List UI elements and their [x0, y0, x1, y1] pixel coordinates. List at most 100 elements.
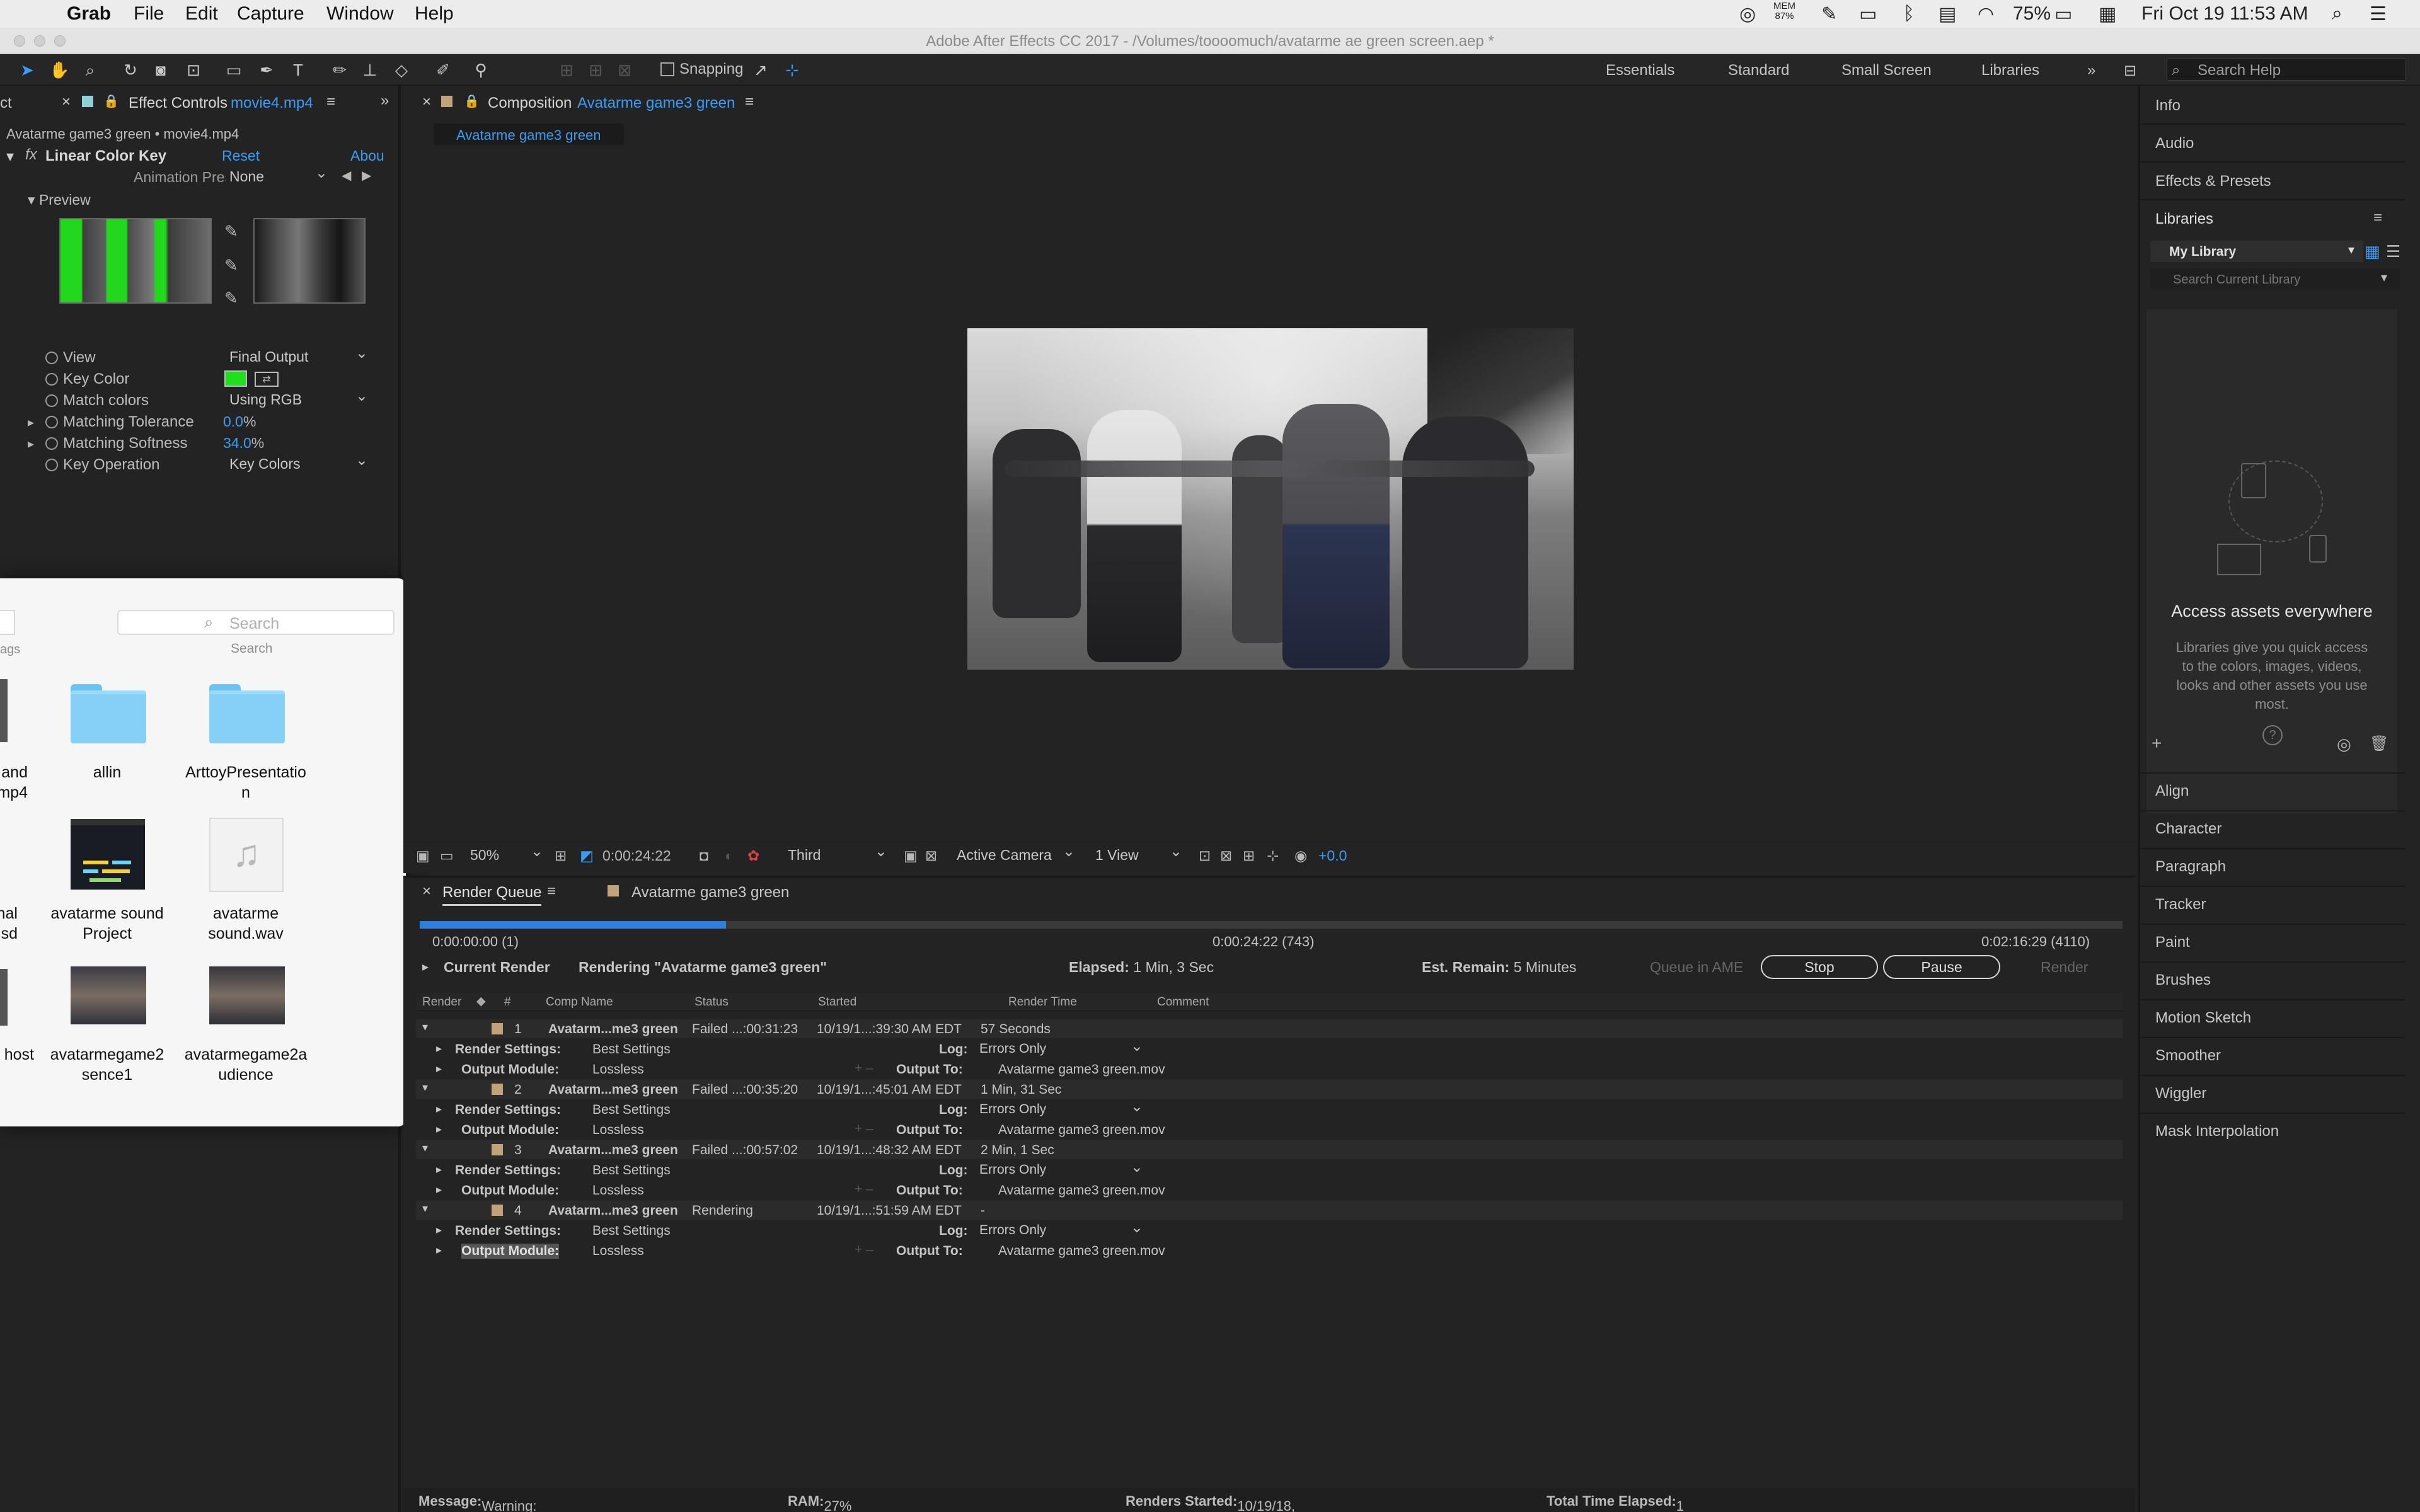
panel-header-item[interactable]: Brushes	[2155, 971, 2211, 989]
memory-indicator[interactable]: MEM 87%	[1773, 1, 1795, 21]
add-output-module-icon[interactable]: + –	[855, 1242, 873, 1257]
selection-tool-icon[interactable]: ➤	[18, 60, 37, 79]
notification-center-icon[interactable]: ☰	[2370, 3, 2387, 25]
col-render[interactable]: Render	[422, 995, 461, 1009]
workspace-small-screen[interactable]: Small Screen	[1841, 62, 1932, 79]
render-settings-value[interactable]: Best Settings	[592, 1102, 671, 1118]
zoom-tool-icon[interactable]: ⌕	[81, 60, 100, 79]
libraries-panel-header[interactable]: Libraries	[2155, 210, 2213, 228]
panel-menu-icon[interactable]: ≡	[2373, 209, 2382, 227]
col-started[interactable]: Started	[818, 995, 856, 1009]
output-module-value[interactable]: Lossless	[592, 1183, 644, 1198]
panel-header-item[interactable]: Motion Sketch	[2155, 1009, 2251, 1027]
finder-item-avatarme-sound-project[interactable]: avatarme sound Project	[38, 903, 176, 944]
finder-item-arttoy[interactable]: ArttoyPresentatio n	[176, 762, 315, 803]
workspace-overflow-icon[interactable]: »	[2087, 62, 2095, 79]
menu-window[interactable]: Window	[326, 3, 394, 25]
composition-tab-label[interactable]: Composition	[488, 94, 572, 112]
eyedropper-subtract-icon[interactable]: ✎	[224, 289, 238, 308]
view-layout-dropdown[interactable]: 1 View	[1092, 842, 1186, 865]
render-button[interactable]: Render	[2041, 959, 2088, 976]
sync-settings-icon[interactable]: ⊟	[2124, 62, 2136, 80]
search-help-input[interactable]: Search Help	[2167, 58, 2406, 81]
label-color-swatch[interactable]	[492, 1023, 503, 1034]
camera-dropdown[interactable]: Active Camera	[953, 842, 1079, 865]
matching-tolerance-field[interactable]: 0.0%	[223, 413, 256, 430]
pen-tool-icon[interactable]: ✒	[257, 60, 276, 79]
label-color-swatch[interactable]	[492, 1144, 503, 1155]
render-settings-disclosure-icon[interactable]: ▸	[436, 1102, 442, 1116]
folder-icon[interactable]	[71, 684, 146, 743]
composition-sub-tab[interactable]: Avatarme game3 green	[456, 127, 601, 143]
panel-menu-icon[interactable]: ≡	[547, 883, 556, 900]
finder-toolbar-button[interactable]	[0, 610, 15, 635]
audio-panel-header[interactable]: Audio	[2155, 135, 2194, 152]
snapping-toggle[interactable]: Snapping	[660, 60, 743, 78]
queue-in-ame-button[interactable]: Queue in AME	[1650, 959, 1743, 976]
output-to-value[interactable]: Avatarme game3 green.mov	[998, 1123, 1165, 1138]
finder-item-allin[interactable]: allin	[38, 762, 176, 782]
wifi-icon[interactable]: ◠	[1978, 3, 1994, 25]
expand-panel-icon[interactable]: »	[381, 92, 389, 110]
composition-flowchart-tab[interactable]: Avatarme game3 green	[434, 123, 624, 145]
render-icon[interactable]: ⊠	[1220, 847, 1232, 864]
fast-previews-icon[interactable]: ▣	[904, 847, 918, 864]
finder-item-label[interactable]: and mp4	[0, 762, 28, 803]
render-settings-disclosure-icon[interactable]: ▸	[436, 1163, 442, 1176]
magnification-dropdown[interactable]: 50%	[466, 842, 547, 865]
log-dropdown[interactable]: Errors Only	[976, 1158, 1147, 1178]
preset-next-icon[interactable]: ▶	[362, 168, 371, 183]
finder-item-label[interactable]: nal sd	[0, 903, 18, 944]
snap-edges-icon[interactable]: ↗	[751, 60, 770, 79]
queue-item-comp-name[interactable]: Avatarm...me3 green	[548, 1143, 678, 1158]
output-to-value[interactable]: Avatarme game3 green.mov	[998, 1183, 1165, 1198]
close-tab-icon[interactable]: ×	[422, 93, 431, 111]
region-of-interest-icon[interactable]: ◩	[580, 847, 594, 864]
workspace-essentials[interactable]: Essentials	[1606, 62, 1674, 79]
puppet-tool-icon[interactable]: ⚲	[471, 60, 490, 79]
col-comment[interactable]: Comment	[1157, 995, 1209, 1009]
snapshot-icon[interactable]: ◘	[700, 847, 708, 864]
matching-softness-value[interactable]: 34.0	[223, 435, 251, 451]
stop-button[interactable]: Stop	[1761, 955, 1878, 979]
transparency-grid-icon[interactable]: ⊠	[925, 847, 937, 864]
key-operation-stopwatch-icon[interactable]	[45, 459, 58, 471]
tolerance-stopwatch-icon[interactable]	[45, 416, 58, 428]
effect-reset-link[interactable]: Reset	[222, 147, 260, 164]
softness-stopwatch-icon[interactable]	[45, 437, 58, 450]
video-thumbnail[interactable]	[71, 966, 146, 1024]
finder-file-thumbnail[interactable]	[0, 969, 8, 1026]
output-module-disclosure-icon[interactable]: ▸	[436, 1123, 442, 1136]
effect-controls-tab-file[interactable]: movie4.mp4	[231, 94, 313, 112]
label-color-swatch[interactable]	[492, 1205, 503, 1216]
panel-header-item[interactable]: Paint	[2155, 934, 2190, 951]
matching-softness-field[interactable]: 34.0%	[223, 435, 264, 452]
queue-item-comp-name[interactable]: Avatarm...me3 green	[548, 1022, 678, 1037]
finder-item-avatarme-sound-wav[interactable]: avatarme sound.wav	[176, 903, 315, 944]
grid-view-icon[interactable]: ▦	[2365, 242, 2380, 261]
col-number[interactable]: #	[504, 995, 511, 1009]
library-search-input[interactable]: Search Current Library	[2150, 268, 2400, 290]
channel-icon[interactable]: ✿	[747, 847, 759, 864]
key-color-swatch[interactable]	[224, 370, 247, 387]
queue-item-comp-name[interactable]: Avatarm...me3 green	[548, 1203, 678, 1218]
eraser-tool-icon[interactable]: ◇	[392, 60, 411, 79]
render-queue-tab[interactable]: Render Queue	[442, 884, 542, 906]
view-stopwatch-icon[interactable]	[45, 352, 58, 364]
type-tool-icon[interactable]: T	[289, 60, 308, 79]
output-to-value[interactable]: Avatarme game3 green.mov	[998, 1062, 1165, 1077]
snap-features-icon[interactable]: ⊹	[783, 60, 802, 79]
menu-capture[interactable]: Capture	[237, 3, 304, 25]
composition-tab-name[interactable]: Avatarme game3 green	[577, 94, 735, 112]
airplay-icon[interactable]: ▭	[1859, 3, 1877, 25]
label-tag-icon[interactable]: ◆	[476, 994, 486, 1009]
preview-section[interactable]: ▾ Preview	[28, 192, 91, 209]
clock[interactable]: Fri Oct 19 11:53 AM	[2141, 3, 2308, 25]
panel-menu-icon[interactable]: ≡	[326, 93, 335, 111]
key-operation-dropdown[interactable]: Key Colors	[226, 451, 372, 474]
finder-file-thumbnail[interactable]	[0, 679, 8, 742]
lock-icon[interactable]: 🔒	[464, 93, 480, 109]
render-settings-value[interactable]: Best Settings	[592, 1042, 671, 1057]
key-color-eyedropper-icon[interactable]: ⇄	[255, 372, 279, 387]
matching-tolerance-value[interactable]: 0.0	[223, 413, 243, 430]
